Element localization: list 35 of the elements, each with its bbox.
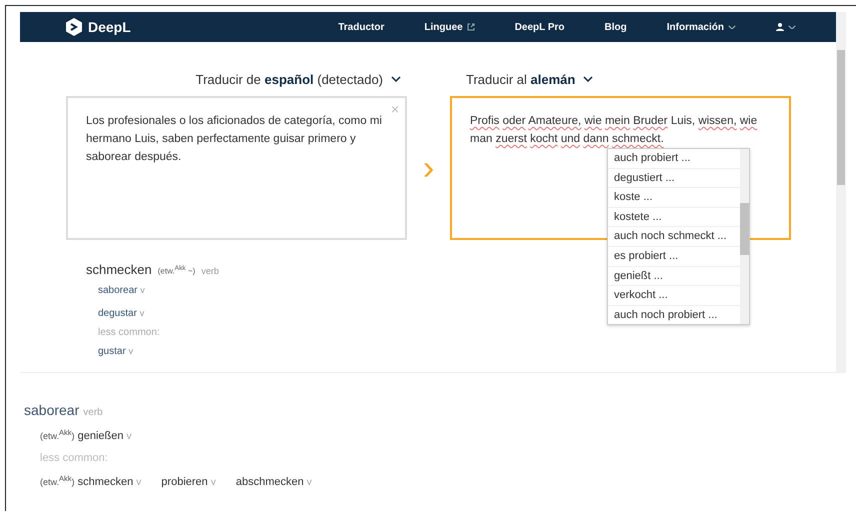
dictionary-entry[interactable]: gustar v xyxy=(98,346,134,357)
translation-text: Profis oder Amateure, wie mein Bruder Luis, wissen, wie man zuerst kocht und dann schmeckt. xyxy=(470,115,758,145)
account-menu[interactable] xyxy=(776,23,796,31)
grammar-note: (etw.$^{Akk}$ ~) xyxy=(158,265,196,276)
part-of-speech: verb xyxy=(83,407,103,418)
scrollbar-thumb[interactable] xyxy=(740,203,749,255)
chevron-down-icon xyxy=(583,76,594,82)
chevron-down-icon xyxy=(728,24,736,30)
dictionary-entry[interactable]: (etw.$^{Akk}$) schmecken v xyxy=(40,474,142,488)
dictionary-entry[interactable]: saborear v xyxy=(98,285,145,296)
dictionary-entry[interactable]: abschmecken v xyxy=(236,476,312,488)
external-link-icon xyxy=(466,23,475,31)
nav-link[interactable]: Traductor xyxy=(338,22,384,32)
lookup-headword: saborear xyxy=(24,402,80,418)
chevron-down-icon xyxy=(788,24,796,30)
nav-link[interactable]: DeepL Pro xyxy=(514,22,565,32)
logo-icon xyxy=(66,18,82,36)
part-of-speech: verb xyxy=(201,266,219,276)
translate-arrow: › xyxy=(422,148,436,188)
dictionary-headword: schmecken xyxy=(86,262,152,277)
dictionary-entry[interactable]: degustar v xyxy=(98,308,144,319)
target-language-selector[interactable]: Traducir al alemán xyxy=(466,68,791,90)
nav-link[interactable]: Información xyxy=(666,22,736,32)
nav-link[interactable]: Linguee xyxy=(424,22,475,32)
dictionary-entry[interactable]: probieren v xyxy=(161,476,216,488)
nav-link[interactable]: Blog xyxy=(604,22,627,32)
scrollbar-thumb[interactable] xyxy=(837,50,845,185)
dictionary-entry[interactable]: (etw.$^{Akk}$) genießen v xyxy=(40,428,132,442)
source-text-field[interactable]: Los profesionales o los aficionados de categoría, como mi hermano Luis, saben perfectamente guisar primero y saborear después. × xyxy=(66,96,407,240)
usage-note: less common: xyxy=(39,452,109,464)
user-icon xyxy=(776,23,784,31)
brand-name: DeepL xyxy=(88,19,131,35)
usage-note: less common: xyxy=(98,327,160,338)
source-language-selector[interactable]: Traducir de español (detectado) xyxy=(196,68,401,90)
chevron-down-icon xyxy=(391,76,401,82)
